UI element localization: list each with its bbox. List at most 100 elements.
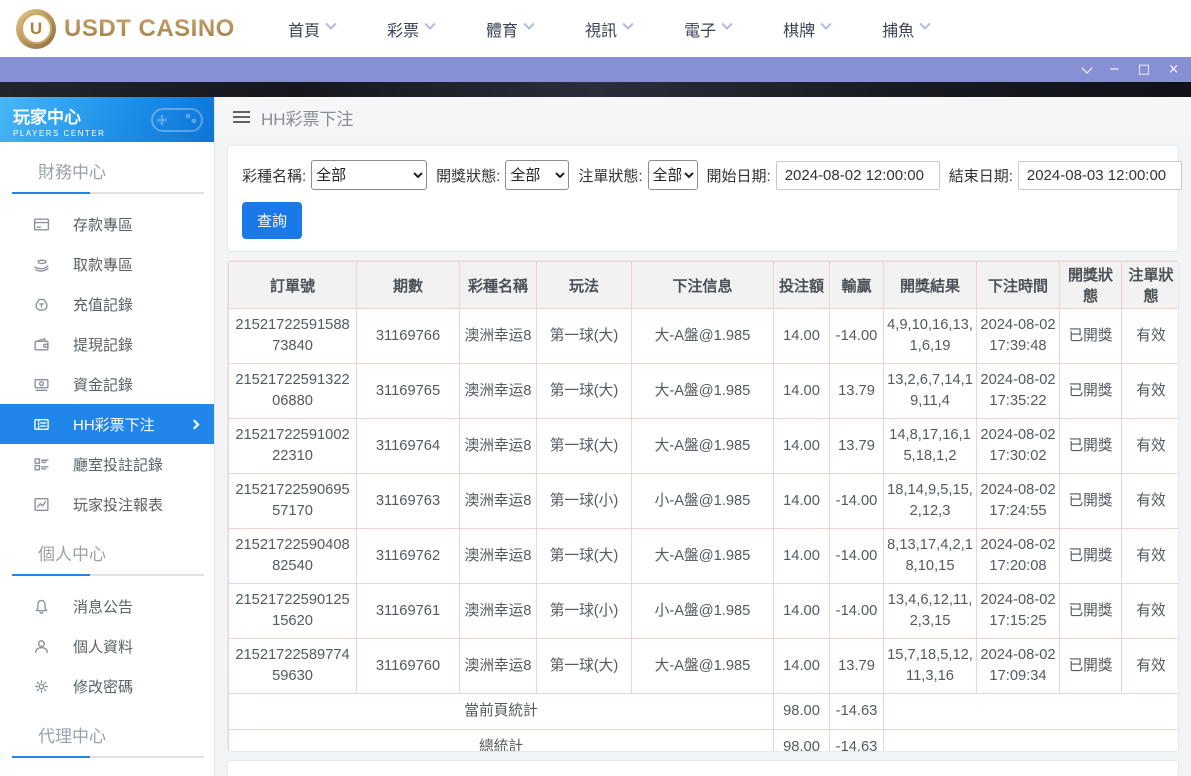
summary-row: 總統計 98.00 -14.63 [228,729,1178,752]
summary-row: 當前頁統計 98.00 -14.63 [228,693,1178,730]
draw-status-select[interactable]: 全部 [505,160,570,190]
table-cell: 已開獎 [1059,308,1122,364]
table-cell: 31169764 [356,418,460,474]
table-cell: 大-A盤@1.985 [631,638,774,694]
summary-winloss-total: -14.63 [829,729,884,752]
nav-item-label: 體育 [486,22,519,40]
app-window: U USDT CASINO 首頁 彩票 體育 視訊 電子 棋牌 捕魚 − □ × 玩家中心 … [0,0,1191,776]
window-dropdown-icon[interactable] [1081,61,1093,74]
sidebar-item[interactable]: 玩家投注報表 [0,484,214,524]
lottery-name-select[interactable]: 全部 [311,160,428,190]
nav-item-label: 棋牌 [783,22,816,40]
sidebar-item-label: 充值記錄 [73,296,134,314]
nav-item-4[interactable]: 視訊 [585,17,634,41]
table-cell: 有效 [1121,638,1178,694]
sidebar-item[interactable]: 充值記錄 [0,284,214,324]
nav-item-6[interactable]: 棋牌 [783,17,832,41]
sidebar-item[interactable]: HH彩票下注 [0,404,214,444]
table-cell: 2152172259158873840 [228,308,357,364]
start-date-input[interactable] [775,160,940,190]
sidebar-item-label: 提現記錄 [73,336,134,354]
table-cell: 2024-08-02 17:39:48 [976,308,1060,364]
page-title: HH彩票下注 [261,109,354,129]
search-button[interactable]: 查詢 [242,202,303,239]
table-row: 2152172259132206880 31169765 澳洲幸运8 第一球(大) 大-… [228,363,1178,419]
sidebar-item[interactable]: 修改密碼 [0,666,214,706]
table-cell: 已開獎 [1059,528,1122,584]
table-cell: 14.00 [773,638,830,694]
sidebar-item-label: 資金記錄 [73,376,134,394]
table-cell: 已開獎 [1059,363,1122,419]
breadcrumb: HH彩票下注 [215,97,1191,137]
announcement-icon [33,597,51,615]
sidebar-item[interactable]: 取款專區 [0,244,214,284]
coin-letter: U [20,13,52,44]
sidebar-item[interactable]: 資金記錄 [0,364,214,404]
column-header: 下注時間 [976,261,1060,309]
player-report-icon [33,495,51,513]
sidebar-item[interactable]: 廳室投註記錄 [0,444,214,484]
sidebar-item-label: 存款專區 [73,216,134,234]
order-status-select[interactable]: 全部 [647,160,698,190]
section-divider [12,192,204,194]
summary-empty-cell [883,693,1178,730]
nav-item-7[interactable]: 捕魚 [882,17,931,41]
table-cell: -14.00 [829,308,884,364]
window-close-button[interactable]: × [1168,63,1179,76]
table-cell: 31169760 [356,638,460,694]
sidebar-item-label: 玩家投注報表 [73,496,164,514]
sidebar-item[interactable]: 個人資料 [0,626,214,666]
order-status-label: 注單狀態: [578,167,643,185]
end-date-input[interactable] [1017,160,1182,190]
table-cell: 大-A盤@1.985 [631,363,774,419]
sidebar: 玩家中心 PLAYERS CENTER 財務中心 存款專區 取款專區 充值記錄 提現記錄… [0,97,215,776]
table-cell: 15,7,18,5,12,11,3,16 [883,638,977,694]
sidebar-item[interactable]: 存款專區 [0,204,214,244]
nav-item-1[interactable]: 首頁 [288,17,337,41]
window-maximize-button[interactable]: □ [1138,63,1150,76]
table-cell: 2152172259040882540 [228,528,357,584]
sidebar-section-title: 代理中心 [38,727,106,746]
window-minimize-button[interactable]: − [1109,63,1120,76]
table-row: 2152172259040882540 31169762 澳洲幸运8 第一球(大) 大-… [228,528,1178,584]
usdt-coin-icon: U [16,8,56,49]
table-cell: -14.00 [829,528,884,584]
sidebar-item[interactable]: 提現記錄 [0,324,214,364]
main-nav: 首頁 彩票 體育 視訊 電子 棋牌 捕魚 [288,17,931,41]
table-row: 2152172259012515620 31169761 澳洲幸运8 第一球(小) 小-… [228,583,1178,639]
table-cell: 31169766 [356,308,460,364]
chevron-down-icon [424,18,436,30]
table-cell: 小-A盤@1.985 [631,583,774,639]
summary-empty-cell [883,729,1178,752]
nav-item-label: 電子 [684,22,717,40]
sidebar-item[interactable]: 消息公告 [0,586,214,626]
top-header: U USDT CASINO 首頁 彩票 體育 視訊 電子 棋牌 捕魚 [0,0,1191,57]
sidebar-item-label: 取款專區 [73,256,134,274]
table-cell: 已開獎 [1059,638,1122,694]
column-header: 訂單號 [228,261,357,309]
nav-item-2[interactable]: 彩票 [387,17,436,41]
table-row: 2152172259069557170 31169763 澳洲幸运8 第一球(小) 小-… [228,473,1178,529]
column-header: 注單狀態 [1121,261,1178,309]
lottery-bet-icon [33,415,51,433]
start-date-label: 開始日期: [706,167,771,185]
nav-item-5[interactable]: 電子 [684,17,733,41]
column-header: 開獎結果 [883,261,977,309]
table-cell: 13.79 [829,418,884,474]
table-cell: 18,14,9,5,15,2,12,3 [883,473,977,529]
table-cell: 14.00 [773,363,830,419]
table-cell: 第一球(大) [536,308,632,364]
withdraw-icon [33,255,51,273]
table-cell: 2152172258977459630 [228,638,357,694]
table-cell: 14,8,17,16,15,18,1,2 [883,418,977,474]
sidebar-item[interactable]: 代理規則說明 [0,768,214,776]
sidebar-toggle-icon[interactable] [233,111,250,123]
table-cell: 第一球(大) [536,418,632,474]
bets-table: 訂單號 期數 彩種名稱 玩法 下注信息 投注額 輸贏 開獎結果 下注時間 開獎狀態 注單狀態 215… [228,261,1178,752]
profile-icon [33,637,51,655]
table-cell: 14.00 [773,473,830,529]
table-cell: 已開獎 [1059,583,1122,639]
table-cell: 4,9,10,16,13,1,6,19 [883,308,977,364]
summary-label: 當前頁統計 [228,693,774,730]
nav-item-3[interactable]: 體育 [486,17,535,41]
